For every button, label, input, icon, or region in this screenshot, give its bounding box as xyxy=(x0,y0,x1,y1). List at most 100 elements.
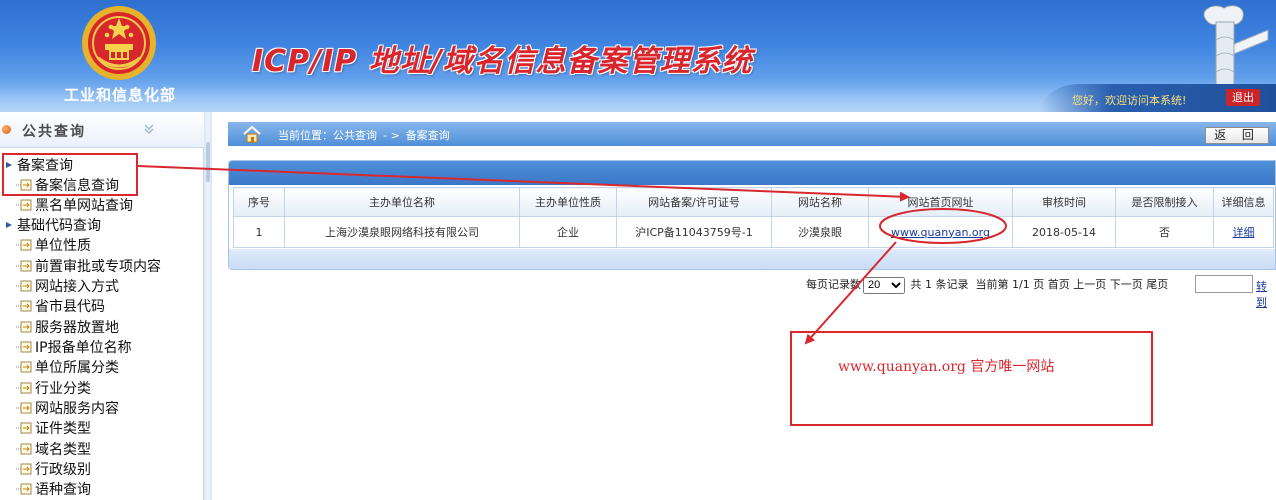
last-page-link[interactable]: 尾页 xyxy=(1146,278,1168,291)
records-table: 序号 主办单位名称 主办单位性质 网站备案/许可证号 网站名称 网站首页网址 审… xyxy=(233,187,1274,248)
cell-homepage: www.quanyan.org xyxy=(868,216,1013,248)
ministry-name: 工业和信息化部 xyxy=(63,86,176,104)
column-header: 审核时间 xyxy=(1012,187,1116,217)
cell-organizer-nature: 企业 xyxy=(519,216,617,248)
orange-dot-icon xyxy=(2,125,11,134)
document-arrow-icon xyxy=(16,443,32,455)
sidebar-item-label: 证件类型 xyxy=(35,421,91,437)
per-page-label: 每页记录数 xyxy=(806,278,861,291)
goto-link[interactable]: 转到 xyxy=(1256,278,1276,310)
sidebar-item-preapproval[interactable]: 前置审批或专项内容 xyxy=(16,257,161,277)
sidebar-item-access-method[interactable]: 网站接入方式 xyxy=(16,277,119,297)
sidebar-item-service-content[interactable]: 网站服务内容 xyxy=(16,399,119,419)
sidebar-item-label: 网站接入方式 xyxy=(35,279,119,295)
sidebar-item-admin-level[interactable]: 行政级别 xyxy=(16,460,91,480)
document-arrow-icon xyxy=(16,463,32,475)
document-arrow-icon xyxy=(16,260,32,272)
cell-restricted: 否 xyxy=(1115,216,1214,248)
document-arrow-icon xyxy=(16,179,32,191)
annotation-text: www.quanyan.org 官方唯一网站 xyxy=(838,359,1055,375)
sidebar-item-basic-code[interactable]: 基础代码查询 xyxy=(4,216,101,236)
column-header: 网站首页网址 xyxy=(868,187,1013,217)
table-header-row: 序号 主办单位名称 主办单位性质 网站备案/许可证号 网站名称 网站首页网址 审… xyxy=(233,187,1274,217)
sidebar-item-domain-type[interactable]: 域名类型 xyxy=(16,440,91,460)
current-page: 当前第 1/1 页 xyxy=(975,278,1045,291)
total-records: 共 1 条记录 xyxy=(910,278,969,291)
sidebar-item-label: 网站服务内容 xyxy=(35,401,119,417)
sidebar-item-label: 行业分类 xyxy=(35,381,91,397)
sidebar-item-label: 黑名单网站查询 xyxy=(35,198,133,214)
sidebar-title: 公共查询 xyxy=(22,124,86,140)
logout-button[interactable]: 退出 xyxy=(1226,89,1260,106)
breadcrumb-current: 备案查询 xyxy=(405,129,450,142)
document-arrow-icon xyxy=(16,300,32,312)
cell-license-number: 沪ICP备11043759号-1 xyxy=(616,216,772,248)
sidebar-item-server-location[interactable]: 服务器放置地 xyxy=(16,318,119,338)
sidebar-splitter[interactable] xyxy=(204,112,212,500)
document-arrow-icon xyxy=(16,321,32,333)
collapse-chevron-icon[interactable] xyxy=(142,122,156,136)
column-header: 详细信息 xyxy=(1213,187,1274,217)
homepage-link[interactable]: www.quanyan.org xyxy=(891,226,990,239)
tree-expand-arrow-icon xyxy=(6,162,12,168)
home-icon[interactable] xyxy=(242,125,262,143)
document-arrow-icon xyxy=(16,382,32,394)
pager: 每页记录数 20 共 1 条记录 当前第 1/1 页 首页 上一页 下一页 尾页 xyxy=(806,276,1168,294)
sidebar-item-label: 域名类型 xyxy=(35,442,91,458)
results-panel-header xyxy=(229,161,1275,185)
sidebar-item-blacklist[interactable]: 黑名单网站查询 xyxy=(16,196,133,216)
column-header: 网站备案/许可证号 xyxy=(616,187,772,217)
sidebar-item-language[interactable]: 语种查询 xyxy=(16,480,91,500)
next-page-link[interactable]: 下一页 xyxy=(1110,278,1143,291)
splitter-grip[interactable] xyxy=(206,142,210,182)
cell-organizer: 上海沙漠泉眼网络科技有限公司 xyxy=(284,216,520,248)
column-header: 网站名称 xyxy=(771,187,869,217)
sidebar-item-label: 基础代码查询 xyxy=(17,218,101,234)
sidebar-item-id-type[interactable]: 证件类型 xyxy=(16,419,91,439)
back-button[interactable]: 返 回 xyxy=(1205,127,1269,144)
cell-index: 1 xyxy=(233,216,285,248)
sidebar-item-label: 备案信息查询 xyxy=(35,178,119,194)
column-header: 是否限制接入 xyxy=(1115,187,1214,217)
cell-details: 详细 xyxy=(1213,216,1274,248)
page-number-input[interactable] xyxy=(1195,275,1253,293)
sidebar-item-label: 单位性质 xyxy=(35,238,91,254)
results-panel-footer xyxy=(229,249,1275,269)
annotation-box xyxy=(790,331,1153,426)
cell-review-date: 2018-05-14 xyxy=(1012,216,1116,248)
sidebar-item-beian-query[interactable]: 备案查询 xyxy=(4,156,73,176)
breadcrumb: 当前位置：公共查询 - > 备案查询 xyxy=(278,127,450,143)
column-header: 主办单位名称 xyxy=(284,187,520,217)
document-arrow-icon xyxy=(16,199,32,211)
tree-expand-arrow-icon xyxy=(6,222,12,228)
document-arrow-icon xyxy=(16,239,32,251)
first-page-link[interactable]: 首页 xyxy=(1048,278,1070,291)
sidebar-item-region-code[interactable]: 省市县代码 xyxy=(16,297,105,317)
details-link[interactable]: 详细 xyxy=(1233,226,1255,239)
sidebar-item-label: 省市县代码 xyxy=(35,299,105,315)
document-arrow-icon xyxy=(16,422,32,434)
sidebar-item-industry[interactable]: 行业分类 xyxy=(16,379,91,399)
sidebar-item-label: 单位所属分类 xyxy=(35,360,119,376)
welcome-text: 您好，欢迎访问本系统! xyxy=(1072,94,1187,107)
breadcrumb-location: 当前位置：公共查询 xyxy=(278,129,377,142)
document-arrow-icon xyxy=(16,280,32,292)
sidebar-item-ip-unit[interactable]: IP报备单位名称 xyxy=(16,338,132,358)
sidebar-item-unit-nature[interactable]: 单位性质 xyxy=(16,236,91,256)
sidebar-item-beian-info-query[interactable]: 备案信息查询 xyxy=(16,176,119,196)
sidebar-item-label: 服务器放置地 xyxy=(35,320,119,336)
sidebar-header[interactable]: 公共查询 xyxy=(0,112,204,148)
prev-page-link[interactable]: 上一页 xyxy=(1073,278,1106,291)
sidebar-item-label: IP报备单位名称 xyxy=(35,340,132,356)
system-title: ICP/IP 地址/域名信息备案管理系统 xyxy=(252,44,753,79)
column-header: 序号 xyxy=(233,187,285,217)
national-emblem-icon xyxy=(82,6,156,80)
sidebar-item-unit-category[interactable]: 单位所属分类 xyxy=(16,358,119,378)
table-row: 1 上海沙漠泉眼网络科技有限公司 企业 沪ICP备11043759号-1 沙漠泉… xyxy=(233,216,1274,248)
document-arrow-icon xyxy=(16,402,32,414)
document-arrow-icon xyxy=(16,361,32,373)
cell-site-name: 沙漠泉眼 xyxy=(771,216,869,248)
per-page-select[interactable]: 20 xyxy=(863,276,905,294)
column-header: 主办单位性质 xyxy=(519,187,617,217)
breadcrumb-separator: - > xyxy=(383,129,400,142)
